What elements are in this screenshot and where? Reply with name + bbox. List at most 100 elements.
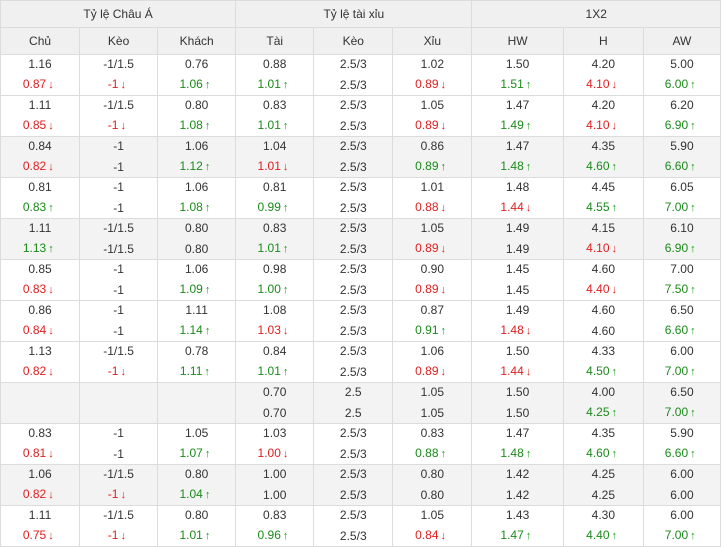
odds-value: -1/1.5	[103, 57, 134, 71]
odds-cell: 4.55 ↑	[562, 197, 644, 219]
odds-row: 0.84 -1 1.06 1.04 2.5/3 0.86 1.47 4.35 5.90	[0, 136, 721, 156]
odds-value: 1.48	[505, 180, 530, 194]
odds-cell: 1.43	[471, 505, 564, 525]
odds-cell: 0.85	[0, 259, 81, 279]
odds-value: 1.06	[184, 262, 209, 276]
odds-cell: 2.5/3	[313, 177, 394, 197]
odds-cell: 4.25	[562, 464, 644, 484]
odds-value: 1.01	[257, 241, 281, 255]
odds-value: 0.89	[415, 118, 439, 132]
odds-value: 1.50	[505, 385, 530, 399]
odds-cell: 1.06	[392, 341, 473, 361]
odds-cell: 2.5/3	[313, 320, 394, 342]
odds-value: -1	[113, 139, 124, 153]
odds-cell: 1.06	[157, 136, 237, 156]
arrow-up-icon: ↑	[282, 284, 289, 296]
odds-value: 2.5/3	[339, 344, 367, 358]
odds-cell: 2.5/3	[313, 156, 394, 178]
odds-cell: 0.91 ↑	[392, 320, 473, 342]
odds-cell: 6.50	[642, 300, 721, 320]
odds-row: 1.06 -1/1.5 0.80 1.00 2.5/3 0.80 1.42 4.25 6.00	[0, 464, 721, 484]
odds-row: 1.13 -1/1.5 0.78 0.84 2.5/3 1.06 1.50 4.33 6.00	[0, 341, 721, 361]
odds-value: 1.09	[179, 282, 203, 296]
odds-cell: 4.60	[562, 259, 644, 279]
odds-value: 4.40	[586, 282, 610, 296]
odds-value: 6.60	[664, 323, 689, 337]
odds-value: 0.84	[263, 344, 287, 358]
odds-value: 6.60	[664, 159, 689, 173]
odds-value: 4.60	[586, 446, 610, 460]
odds-cell: 0.90	[392, 259, 473, 279]
odds-value: 2.5/3	[339, 364, 367, 379]
odds-value: 0.83	[22, 200, 47, 214]
odds-cell: 0.80	[157, 464, 237, 484]
arrow-down-icon: ↓	[611, 79, 618, 91]
odds-value: 1.51	[500, 77, 524, 91]
odds-cell	[157, 402, 237, 424]
odds-cell: -1	[79, 320, 159, 342]
odds-cell: 2.5	[313, 382, 394, 402]
col-header-home: Chủ	[0, 27, 81, 55]
arrow-down-icon: ↓	[525, 202, 532, 214]
odds-cell: -1	[79, 279, 159, 301]
odds-value: 1.42	[505, 467, 530, 481]
odds-cell: 2.5/3	[313, 443, 394, 465]
odds-cell: 1.05	[392, 505, 473, 525]
odds-value: 1.16	[28, 57, 52, 71]
odds-value: 0.70	[263, 385, 287, 399]
odds-value: 6.60	[664, 446, 689, 460]
odds-value: 0.70	[263, 405, 287, 420]
odds-value: 1.13	[28, 344, 52, 358]
odds-value: 1.03	[263, 426, 287, 440]
odds-value: 4.50	[586, 364, 610, 378]
odds-cell: 1.01 ↓	[235, 156, 315, 178]
odds-cell: 5.90	[642, 423, 721, 443]
arrow-up-icon: ↑	[204, 489, 211, 501]
arrow-up-icon: ↑	[611, 530, 618, 542]
arrow-down-icon: ↓	[120, 79, 126, 91]
odds-cell: 4.60	[562, 300, 644, 320]
odds-value: 1.42	[505, 487, 530, 502]
odds-value: 0.88	[415, 200, 439, 214]
arrow-up-icon: ↑	[204, 448, 211, 460]
odds-value: 0.83	[22, 282, 47, 296]
odds-cell: 0.81	[0, 177, 81, 197]
odds-cell: 2.5/3	[313, 361, 394, 383]
odds-cell: 0.70	[235, 402, 315, 424]
odds-value: -1	[113, 303, 124, 317]
arrow-up-icon: ↑	[440, 325, 447, 337]
odds-row: 0.83 ↓ -1 1.09 ↑ 1.00 ↑ 2.5/3 0.89 ↓ 1.45 4.40 ↓ 7.50…	[0, 279, 721, 301]
odds-value: 1.01	[179, 528, 203, 542]
odds-cell: 1.01	[392, 177, 473, 197]
odds-row: 1.13 ↑ -1/1.5 0.80 1.01 ↑ 2.5/3 0.89 ↓ 1.49 4.10 ↓ 6…	[0, 238, 721, 260]
odds-cell: 1.13	[0, 341, 81, 361]
odds-row: 0.82 ↓ -1 ↓ 1.04 ↑ 1.00 2.5/3 0.80 1.42 4.25 6.00	[0, 484, 721, 506]
odds-cell: 1.16	[0, 54, 81, 74]
odds-value: 6.50	[670, 303, 694, 317]
odds-value: 0.83	[263, 98, 287, 112]
arrow-down-icon: ↓	[120, 120, 126, 132]
odds-cell	[79, 402, 159, 424]
arrow-up-icon: ↑	[690, 530, 696, 542]
odds-cell: 0.89 ↑	[392, 156, 473, 178]
odds-value: 2.5/3	[339, 303, 367, 317]
odds-value: 0.96	[257, 528, 281, 542]
odds-cell: 0.84 ↓	[392, 525, 473, 547]
odds-cell: 1.42	[471, 464, 564, 484]
odds-value: 7.00	[664, 200, 689, 214]
arrow-down-icon: ↓	[611, 284, 618, 296]
odds-cell: 0.89 ↓	[392, 238, 473, 260]
odds-value: 6.50	[670, 385, 694, 399]
odds-value: -1	[107, 364, 119, 378]
odds-row: 0.81 ↓ -1 1.07 ↑ 1.00 ↓ 2.5/3 0.88 ↑ 1.48 ↑ 4.60 ↑ 6.6…	[0, 443, 721, 465]
arrow-up-icon: ↑	[204, 325, 211, 337]
odds-value: 1.08	[179, 118, 203, 132]
odds-value: 1.06	[28, 467, 52, 481]
odds-row: 1.11 -1/1.5 0.80 0.83 2.5/3 1.05 1.43 4.30 6.00	[0, 505, 721, 525]
odds-value: 6.00	[664, 77, 689, 91]
odds-value: 2.5/3	[339, 241, 367, 256]
odds-cell: 1.11	[0, 95, 81, 115]
odds-cell: 0.83	[235, 95, 315, 115]
odds-cell: 5.00	[642, 54, 721, 74]
odds-cell: 1.00 ↑	[235, 279, 315, 301]
